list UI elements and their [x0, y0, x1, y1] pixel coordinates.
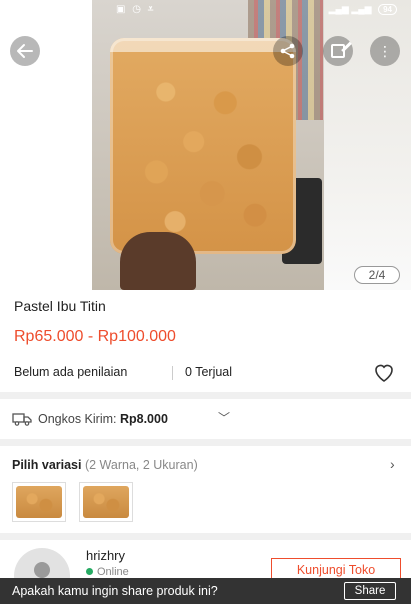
sold-count: 0 Terjual — [185, 365, 233, 379]
shipping-label-text: Ongkos Kirim: — [38, 412, 120, 426]
rating-row: Belum ada penilaian 0 Terjual — [0, 355, 411, 389]
product-price: Rp65.000 - Rp100.000 — [14, 328, 176, 345]
status-bar: 7:38 1,4KB/d ▣ ◷ ⩡ ▂▄▆ ▂▄▆ 94 — [0, 0, 411, 22]
variant-thumbnail[interactable] — [79, 482, 133, 522]
back-arrow-icon — [17, 44, 33, 58]
share-icon — [280, 43, 295, 59]
variant-thumbnail-image — [83, 486, 129, 518]
notification-icons: ▣ ◷ ⩡ — [116, 4, 156, 15]
edit-button[interactable] — [323, 36, 353, 66]
rating-text: Belum ada penilaian — [14, 365, 128, 379]
signal-battery: ▂▄▆ ▂▄▆ 94 — [329, 4, 397, 15]
variant-subtitle: (2 Warna, 2 Ukuran) — [84, 458, 198, 472]
avatar-head — [34, 562, 50, 578]
section-divider — [0, 533, 411, 540]
battery-icon: 94 — [378, 4, 397, 15]
online-status: Online — [86, 566, 129, 578]
variant-thumbnail-image — [16, 486, 62, 518]
shipping-label: Ongkos Kirim: Rp8.000 — [38, 412, 168, 426]
more-icon: ⋮ — [378, 43, 392, 59]
online-status-text: Online — [97, 566, 129, 578]
more-button[interactable]: ⋮ — [370, 36, 400, 66]
share-snackbar: Apakah kamu ingin share produk ini? Shar… — [0, 578, 411, 604]
bag-seal — [110, 38, 296, 52]
snackbar-message: Apakah kamu ingin share produk ini? — [12, 584, 218, 598]
edit-icon — [331, 44, 345, 58]
shipping-row[interactable]: Ongkos Kirim: Rp8.000 ﹀ — [0, 401, 411, 439]
snackbar-share-button[interactable]: Share — [344, 582, 396, 600]
online-dot — [86, 568, 93, 575]
product-title: Pastel Ibu Titin — [14, 298, 106, 314]
status-time: 7:38 — [14, 5, 35, 16]
section-divider — [0, 392, 411, 399]
signal-icon: ▂▄▆ ▂▄▆ — [328, 4, 372, 14]
shipping-cost: Rp8.000 — [119, 412, 168, 426]
hand-image — [120, 232, 196, 290]
variant-thumbnail[interactable] — [12, 482, 66, 522]
variant-title-text: Pilih variasi — [12, 458, 82, 472]
status-network-speed: 1,4KB/d — [46, 5, 84, 16]
snack-bag-image — [110, 38, 296, 254]
product-image-gallery[interactable]: 7:38 1,4KB/d ▣ ◷ ⩡ ▂▄▆ ▂▄▆ 94 ⋮ 2/4 — [0, 0, 411, 290]
chevron-down-icon: ﹀ — [218, 411, 231, 425]
section-divider — [0, 439, 411, 446]
shop-name[interactable]: hrizhry — [86, 548, 125, 563]
divider — [172, 366, 173, 380]
share-button[interactable] — [273, 36, 303, 66]
variant-title: Pilih variasi (2 Warna, 2 Ukuran) — [12, 458, 198, 472]
variant-selector[interactable]: Pilih variasi (2 Warna, 2 Ukuran) › — [0, 446, 411, 532]
heart-icon[interactable] — [372, 361, 396, 383]
image-counter: 2/4 — [354, 266, 400, 284]
chevron-right-icon: › — [390, 456, 395, 472]
back-button[interactable] — [10, 36, 40, 66]
truck-icon — [12, 413, 32, 426]
